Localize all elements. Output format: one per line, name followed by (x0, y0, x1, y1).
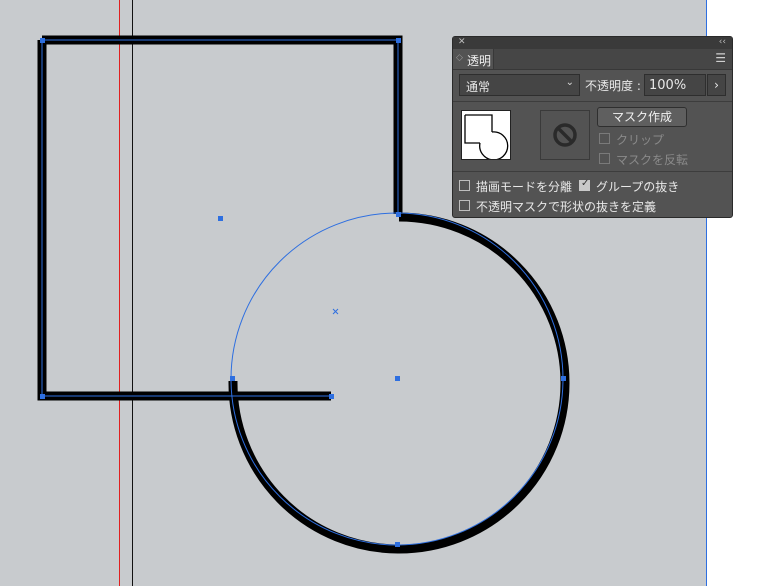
mask-thumbnail[interactable] (540, 110, 590, 160)
opacity-mask-knockout-checkbox[interactable] (459, 200, 470, 211)
blend-mode-value: 通常 (466, 80, 491, 94)
invert-mask-checkbox[interactable] (599, 153, 610, 164)
tab-row: ◇ 透明 ☰ (453, 49, 732, 70)
blend-mode-dropdown[interactable]: 通常 ⌄ (459, 74, 580, 96)
divider (453, 101, 732, 102)
collapse-double-chevron-icon[interactable]: ‹‹ (719, 36, 726, 48)
divider (453, 171, 732, 172)
anchor-point (40, 38, 45, 43)
chevron-right-icon: › (714, 78, 719, 92)
anchor-point (561, 376, 566, 381)
checkmark-icon: ✓ (581, 178, 590, 189)
panel-menu-icon[interactable]: ☰ (715, 51, 726, 65)
center-point (218, 216, 223, 221)
opacity-slider-button[interactable]: › (707, 74, 726, 96)
knockout-group-checkbox[interactable]: ✓ (579, 178, 590, 191)
invert-mask-label: マスクを反転 (616, 153, 689, 167)
clip-checkbox[interactable] (599, 133, 610, 144)
isolate-blending-checkbox[interactable] (459, 180, 470, 191)
opacity-value: 100% (649, 78, 687, 93)
anchor-point (395, 542, 400, 547)
center-point (395, 376, 400, 381)
artwork-thumbnail[interactable] (461, 110, 511, 161)
panel-topbar[interactable]: ✕ ‹‹ (453, 37, 732, 49)
tab-grip-icon: ◇ (456, 53, 463, 63)
anchor-point (40, 394, 45, 399)
thumbnail-shape-icon (464, 114, 509, 161)
opacity-input[interactable]: 100% (644, 74, 706, 96)
make-mask-label: マスク作成 (611, 110, 672, 124)
isolate-blending-label: 描画モードを分離 (476, 180, 573, 194)
chevron-down-icon: ⌄ (565, 77, 574, 88)
center-cross-icon (332, 308, 339, 315)
square-path-left-bottom (37, 40, 331, 401)
anchor-point (230, 376, 235, 381)
opacity-label: 不透明度 : (585, 79, 641, 93)
tab-label: 透明 (467, 54, 492, 68)
transparency-panel: ✕ ‹‹ ◇ 透明 ☰ 通常 ⌄ 不透明度 : 100% › マスク作成 クリッ… (452, 36, 733, 218)
anchor-point (396, 212, 401, 217)
no-mask-icon (553, 123, 577, 147)
knockout-group-label: グループの抜き (596, 180, 680, 194)
make-mask-button[interactable]: マスク作成 (597, 107, 687, 127)
anchor-point (396, 38, 401, 43)
tab-transparency[interactable]: ◇ 透明 (453, 49, 494, 69)
opacity-mask-knockout-label: 不透明マスクで形状の抜きを定義 (476, 200, 657, 214)
square-path-top-right (42, 35, 403, 214)
clip-label: クリップ (616, 133, 665, 147)
anchor-point (329, 394, 334, 399)
close-icon[interactable]: ✕ (458, 36, 466, 48)
